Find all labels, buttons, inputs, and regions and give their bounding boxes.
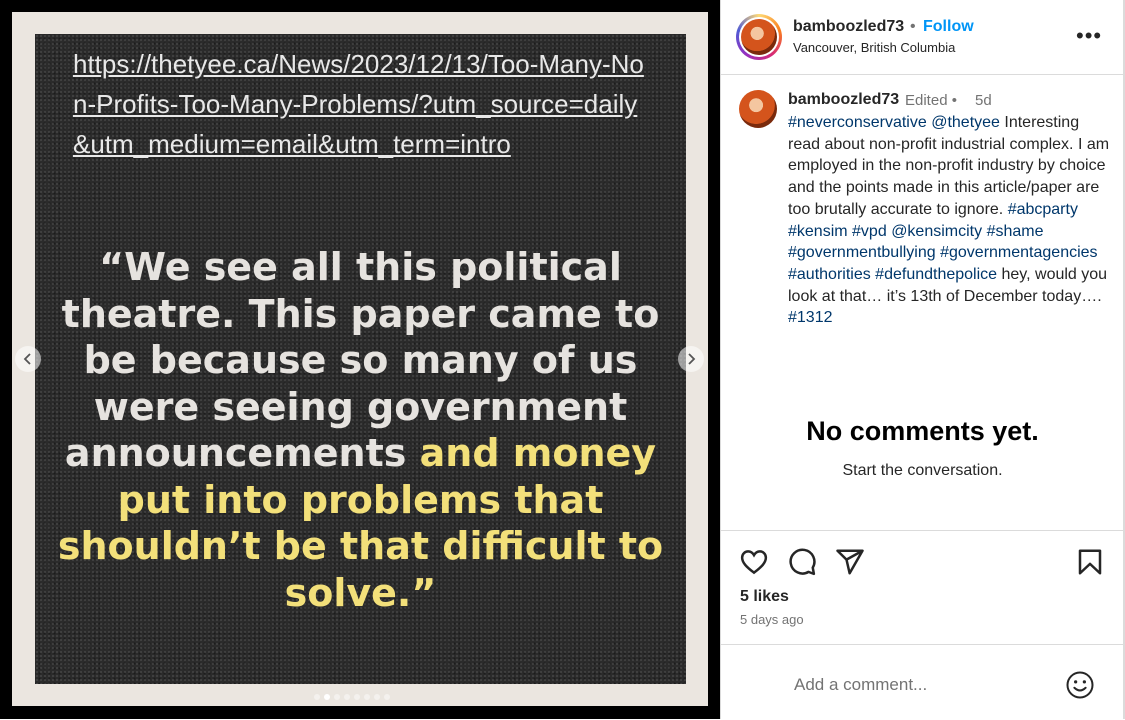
no-comments-subtitle: Start the conversation.: [842, 462, 1003, 479]
header-separator: •: [910, 18, 916, 35]
post-header: bamboozled73 • Follow Vancouver, British…: [721, 0, 1124, 75]
hashtag-link[interactable]: #governmentbullying: [788, 244, 936, 261]
comment-icon[interactable]: [787, 547, 817, 577]
carousel-next-button[interactable]: [678, 346, 704, 372]
carousel-dot-active[interactable]: [324, 694, 330, 700]
chevron-left-icon: [23, 353, 31, 365]
no-comments-title: No comments yet.: [806, 416, 1039, 446]
hashtag-link[interactable]: #vpd: [852, 223, 887, 240]
heart-icon[interactable]: [739, 547, 769, 577]
caption-text: #neverconservative @thetyee Interesting …: [788, 112, 1110, 329]
share-icon[interactable]: [835, 547, 865, 577]
image-url-text: https://thetyee.ca/News/2023/12/13/Too-M…: [73, 49, 644, 159]
hashtag-link[interactable]: @thetyee: [931, 114, 1000, 131]
bookmark-icon[interactable]: [1075, 547, 1105, 577]
caption-avatar[interactable]: [739, 90, 777, 128]
image-quote: “We see all this political theatre. This…: [40, 244, 681, 616]
chevron-right-icon: [688, 353, 696, 365]
post-side-panel: bamboozled73 • Follow Vancouver, British…: [720, 0, 1124, 719]
carousel-dot[interactable]: [384, 694, 390, 700]
hashtag-link[interactable]: #shame: [987, 223, 1044, 240]
likes-count[interactable]: 5 likes: [740, 588, 789, 606]
caption-edited-label: Edited •: [905, 92, 957, 109]
avatar[interactable]: [736, 14, 782, 60]
comment-input[interactable]: Add a comment...: [794, 675, 927, 695]
carousel-prev-button[interactable]: [15, 346, 41, 372]
hashtag-link[interactable]: #authorities: [788, 266, 871, 283]
post-time-ago[interactable]: 5 days ago: [740, 612, 804, 627]
emoji-icon[interactable]: [1065, 670, 1095, 700]
caption-time: 5d: [975, 92, 992, 109]
carousel-dot[interactable]: [334, 694, 340, 700]
hashtag-link[interactable]: #kensim: [788, 223, 848, 240]
carousel-dot[interactable]: [364, 694, 370, 700]
header-username[interactable]: bamboozled73: [793, 18, 904, 36]
hashtag-link[interactable]: #governmentagencies: [940, 244, 1097, 261]
follow-button[interactable]: Follow: [923, 18, 974, 36]
actions-divider: [721, 530, 1124, 532]
hashtag-link[interactable]: #defundthepolice: [875, 266, 997, 283]
caption-username[interactable]: bamboozled73: [788, 91, 899, 109]
hashtag-link[interactable]: #1312: [788, 309, 833, 326]
carousel-dot[interactable]: [344, 694, 350, 700]
carousel-dot[interactable]: [314, 694, 320, 700]
carousel-dot[interactable]: [354, 694, 360, 700]
carousel-dot[interactable]: [374, 694, 380, 700]
location-link[interactable]: Vancouver, British Columbia: [793, 40, 955, 55]
more-options-icon[interactable]: •••: [1076, 25, 1102, 47]
post-media: https://thetyee.ca/News/2023/12/13/Too-M…: [0, 0, 720, 719]
add-comment-bar: Add a comment...: [721, 644, 1124, 720]
hashtag-link[interactable]: #neverconservative: [788, 114, 927, 131]
carousel-dots: [314, 694, 390, 700]
hashtag-link[interactable]: #abcparty: [1008, 201, 1078, 218]
hashtag-link[interactable]: @kensimcity: [891, 223, 982, 240]
